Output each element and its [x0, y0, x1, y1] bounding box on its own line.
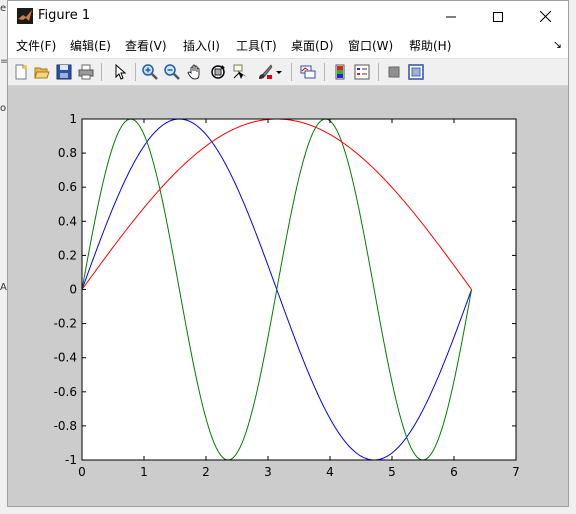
open-file-icon [34, 67, 50, 79]
title-bar[interactable]: Figure 1 [8, 1, 568, 32]
toolbar-separator [291, 63, 292, 81]
print-button[interactable] [76, 62, 96, 82]
brush-icon [259, 64, 273, 79]
menu-help[interactable]: 帮助(H) [409, 37, 451, 54]
figure-toolbar [8, 59, 568, 86]
link-plot-button[interactable] [298, 62, 318, 82]
y-tick-label: 1 [69, 112, 77, 126]
y-tick-label: 0.4 [58, 214, 77, 228]
new-figure-button[interactable] [11, 62, 31, 82]
legend-button[interactable] [352, 62, 372, 82]
menu-view[interactable]: 查看(V) [125, 37, 167, 54]
zoom-in-icon [142, 64, 158, 80]
close-button[interactable] [522, 1, 568, 32]
zoom-in-button[interactable] [140, 62, 160, 82]
print-icon [78, 64, 94, 80]
menu-file[interactable]: 文件(F) [16, 37, 56, 54]
y-tick-label: -0.6 [54, 385, 77, 399]
x-tick-label: 0 [78, 465, 86, 479]
pan-hand-icon [187, 64, 200, 80]
figure-canvas[interactable]: 0 1 2 3 4 5 6 7 -1 -0.8 -0.6 -0.4 -0.2 0 0.2 0.4 0.6 0.8 1 [8, 86, 568, 506]
maximize-button[interactable] [475, 1, 521, 32]
x-tick-label: 2 [202, 465, 210, 479]
x-tick-label: 4 [326, 465, 334, 479]
y-tick-label: 0.2 [58, 248, 77, 262]
y-tick-label: -0.4 [54, 351, 77, 365]
x-tick-label: 1 [140, 465, 148, 479]
data-cursor-icon [233, 64, 247, 79]
plot-canvas[interactable]: 0 1 2 3 4 5 6 7 -1 -0.8 -0.6 -0.4 -0.2 0 0.2 0.4 0.6 0.8 1 [8, 86, 568, 506]
x-tick-label: 6 [450, 465, 458, 479]
close-icon [539, 11, 551, 22]
menu-insert[interactable]: 插入(I) [183, 37, 220, 54]
x-tick-label: 5 [388, 465, 396, 479]
data-cursor-button[interactable] [231, 62, 251, 82]
colorbar-button[interactable] [330, 62, 350, 82]
window-title: Figure 1 [38, 8, 91, 23]
toolbar-separator [324, 63, 325, 81]
menu-bar: 文件(F) 编辑(E) 查看(V) 插入(I) 工具(T) 桌面(D) 窗口(W… [8, 32, 568, 59]
minimize-icon [446, 16, 456, 17]
menu-window[interactable]: 窗口(W) [348, 37, 393, 54]
y-tick-label: -1 [65, 453, 77, 467]
save-icon [56, 64, 72, 80]
menu-edit[interactable]: 编辑(E) [70, 37, 111, 54]
toolbar-separator [378, 63, 379, 81]
toolbar-separator [101, 63, 102, 81]
save-button[interactable] [54, 62, 74, 82]
dock-arrow-icon[interactable]: ↘ [553, 38, 562, 51]
brush-button[interactable] [255, 62, 275, 82]
y-tick-label: -0.8 [54, 419, 77, 433]
menu-tools[interactable]: 工具(T) [236, 37, 277, 54]
pointer-button[interactable] [110, 62, 130, 82]
pointer-icon [115, 64, 127, 80]
link-plot-icon [300, 65, 316, 79]
y-tick-label: 0 [69, 283, 77, 297]
axes-background [82, 119, 516, 460]
colorbar-icon [335, 64, 345, 80]
matlab-logo-icon [17, 8, 33, 24]
show-plot-tools-button[interactable] [406, 62, 426, 82]
new-figure-icon [15, 64, 27, 80]
toolbar-separator [135, 63, 136, 81]
minimize-button[interactable] [428, 1, 474, 32]
rotate-3d-button[interactable] [208, 62, 228, 82]
brush-dropdown-icon [276, 71, 282, 74]
zoom-out-icon [164, 64, 180, 80]
hide-plot-tools-button[interactable] [384, 62, 404, 82]
x-tick-label: 7 [512, 465, 520, 479]
legend-icon [354, 64, 370, 80]
hide-plot-tools-icon [388, 66, 400, 78]
pan-button[interactable] [185, 62, 205, 82]
y-tick-label: 0.6 [58, 180, 77, 194]
menu-desktop[interactable]: 桌面(D) [291, 37, 334, 54]
rotate-3d-icon [211, 65, 225, 79]
y-tick-label: 0.8 [58, 146, 77, 160]
open-file-button[interactable] [32, 62, 52, 82]
x-tick-label: 3 [264, 465, 272, 479]
zoom-out-button[interactable] [162, 62, 182, 82]
show-plot-tools-icon [408, 64, 424, 80]
maximize-icon [493, 11, 503, 22]
brush-dropdown-button[interactable] [274, 62, 284, 82]
y-tick-label: -0.2 [54, 317, 77, 331]
figure-window: Figure 1 文件(F) 编辑(E) 查看(V) 插入(I) 工具(T) 桌… [7, 0, 569, 507]
